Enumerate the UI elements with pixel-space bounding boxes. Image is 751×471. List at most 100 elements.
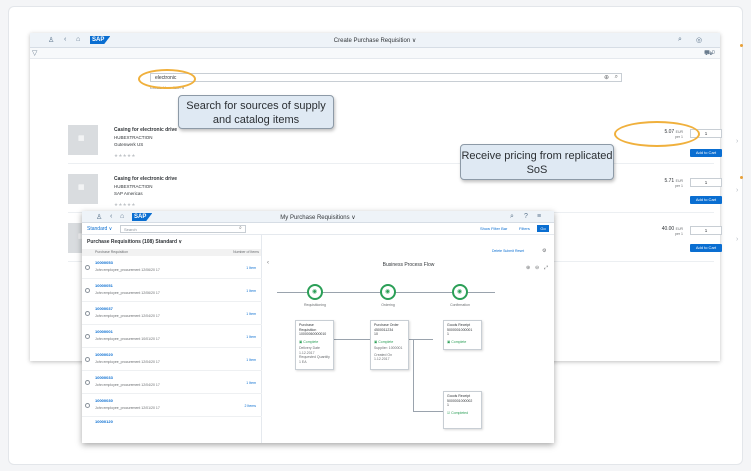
pr-items[interactable]: 1 Item bbox=[246, 335, 256, 339]
radio-button[interactable] bbox=[85, 288, 90, 293]
pr-number[interactable]: 10000033 bbox=[95, 375, 113, 380]
pr-number[interactable]: 10000001 bbox=[95, 329, 113, 334]
image-placeholder-icon: ▦ bbox=[78, 135, 85, 142]
pr-creator: John employee_procurement 12/04/20 17 bbox=[95, 383, 160, 387]
item-name[interactable]: Casing for electronic drive bbox=[114, 176, 177, 182]
catalog-search-input[interactable]: electronic ⊕ ⌕ bbox=[150, 73, 622, 82]
radio-button[interactable] bbox=[85, 265, 90, 270]
item-company: Gutenwerk US bbox=[114, 142, 144, 147]
pr-list: Purchase Requisitions (108) Standard ∨ P… bbox=[82, 235, 262, 443]
pr-items[interactable]: 1 Item bbox=[246, 381, 256, 385]
shell-title[interactable]: My Purchase Requisitions ∨ bbox=[82, 214, 554, 221]
table-row[interactable]: 10000030 John employee_procurement 12/01/… bbox=[82, 394, 262, 417]
search-icon[interactable]: ⌕ bbox=[615, 74, 618, 81]
catalog-item-card[interactable]: ▦ Casing for electronic drive HUBEXTRACT… bbox=[68, 170, 738, 213]
filters-link[interactable]: Filters bbox=[519, 226, 530, 231]
radio-button[interactable] bbox=[85, 357, 90, 362]
catalog-item-card[interactable]: ▦ Casing for electronic drive HUBEXTRACT… bbox=[68, 121, 738, 164]
flow-title: Business Process Flow bbox=[382, 262, 435, 268]
flow-connector bbox=[413, 411, 443, 412]
stage-label: Requisitioning bbox=[304, 303, 326, 307]
shell-title[interactable]: Create Purchase Requisition ∨ bbox=[30, 37, 720, 44]
pr-creator: John employee_procurement 10/01/20 17 bbox=[95, 337, 160, 341]
pr-number[interactable]: 10000120 bbox=[95, 419, 113, 424]
help-icon[interactable]: ? bbox=[524, 213, 528, 220]
show-filter-bar-link[interactable]: Show Filter Bar bbox=[480, 226, 507, 231]
price-unit: per 1 bbox=[675, 232, 683, 236]
flow-connector bbox=[413, 339, 414, 411]
item-name[interactable]: Casing for electronic drive bbox=[114, 127, 177, 133]
menu-icon[interactable]: ≡ bbox=[537, 213, 541, 220]
radio-button[interactable] bbox=[85, 334, 90, 339]
stage-label: Ordering bbox=[381, 303, 395, 307]
quantity-input[interactable]: 1 bbox=[690, 226, 722, 235]
item-company: SAP Americas bbox=[114, 191, 143, 196]
table-row[interactable]: 10000037 John employee_procurement 12/04/… bbox=[82, 302, 262, 325]
col-pr: Purchase Requisition bbox=[95, 250, 129, 254]
add-to-cart-button[interactable]: Add to Cart bbox=[690, 196, 722, 204]
add-to-cart-button[interactable]: Add to Cart bbox=[690, 244, 722, 252]
node-goods-receipt[interactable]: Goods Receipt 5000001000001 1 ▣ Complete bbox=[443, 320, 482, 350]
node-goods-receipt[interactable]: Goods Receipt 5000001000002 1 ☑ Complete… bbox=[443, 391, 482, 429]
zoom-out-icon[interactable]: ⊖ bbox=[535, 265, 539, 271]
table-row[interactable]: 10000033 John employee_procurement 12/04/… bbox=[82, 371, 262, 394]
search-input[interactable]: Search bbox=[120, 225, 246, 233]
pr-creator: John employee_procurement 12/01/20 17 bbox=[95, 406, 160, 410]
pr-number[interactable]: 10000037 bbox=[95, 306, 113, 311]
bullet-dot bbox=[740, 176, 743, 179]
go-button[interactable]: Go bbox=[537, 225, 549, 232]
zoom-in-icon[interactable]: ⊕ bbox=[526, 265, 530, 271]
table-row[interactable]: 10000053 John employee_procurement 12/06/… bbox=[82, 256, 262, 279]
fullscreen-icon[interactable]: ⤢ bbox=[544, 265, 548, 271]
radio-button[interactable] bbox=[85, 380, 90, 385]
cart-count: 0 bbox=[712, 50, 715, 56]
node-purchase-order[interactable]: Purchase Order 4500011234 10 ▣ Complete … bbox=[370, 320, 409, 370]
chevron-right-icon[interactable]: › bbox=[736, 138, 738, 145]
settings-icon[interactable]: ⚙ bbox=[542, 248, 546, 254]
filter-icon[interactable]: ▽ bbox=[32, 49, 37, 57]
search-icon[interactable]: ⌕ bbox=[510, 213, 514, 221]
filter-bar: Standard ∨ Search ⌕ Show Filter Bar Filt… bbox=[82, 223, 554, 235]
chevron-right-icon[interactable]: › bbox=[736, 187, 738, 194]
scan-icon[interactable]: ⊕ bbox=[604, 74, 609, 81]
bullet-dot bbox=[740, 44, 743, 47]
shell-bar: ♙ ‹ ⌂ SAP My Purchase Requisitions ∨ ⌕ ?… bbox=[82, 211, 554, 223]
table-row[interactable]: 10000001 John employee_procurement 10/01/… bbox=[82, 325, 262, 348]
pr-number[interactable]: 10000030 bbox=[95, 398, 113, 403]
table-row[interactable]: 10000120 bbox=[82, 417, 262, 427]
quantity-input[interactable]: 1 bbox=[690, 178, 722, 187]
list-title[interactable]: Purchase Requisitions (108) Standard ∨ bbox=[82, 235, 261, 249]
radio-button[interactable] bbox=[85, 311, 90, 316]
notifications-icon[interactable]: ◎ bbox=[696, 36, 702, 44]
pr-number[interactable]: 10000053 bbox=[95, 260, 113, 265]
radio-button[interactable] bbox=[85, 403, 90, 408]
highlight-ring bbox=[138, 69, 196, 89]
table-row[interactable]: 10000051 John employee_procurement 12/06/… bbox=[82, 279, 262, 302]
add-to-cart-button[interactable]: Add to Cart bbox=[690, 149, 722, 157]
node-purchase-requisition[interactable]: Purchase Requisition 10000060000010 ▣ Co… bbox=[295, 320, 334, 370]
rating-stars: ★★★★★ bbox=[114, 202, 136, 207]
stage-confirmation[interactable]: ◉ bbox=[452, 284, 468, 300]
pr-items[interactable]: 1 Item bbox=[246, 289, 256, 293]
callout-pricing: Receive pricing from replicated SoS bbox=[460, 144, 614, 180]
pr-creator: John employee_procurement 12/06/20 17 bbox=[95, 291, 160, 295]
pr-number[interactable]: 10000020 bbox=[95, 352, 113, 357]
search-icon[interactable]: ⌕ bbox=[239, 225, 242, 231]
chevron-right-icon[interactable]: › bbox=[736, 236, 738, 243]
product-image: ▦ bbox=[68, 174, 98, 204]
pr-number[interactable]: 10000051 bbox=[95, 283, 113, 288]
stage-requisitioning[interactable]: ◉ bbox=[307, 284, 323, 300]
pr-items[interactable]: 2 Items bbox=[245, 404, 256, 408]
my-pr-window: ♙ ‹ ⌂ SAP My Purchase Requisitions ∨ ⌕ ?… bbox=[82, 211, 554, 443]
pr-creator: John employee_procurement 12/06/20 17 bbox=[95, 268, 160, 272]
stage-label: Confirmation bbox=[450, 303, 470, 307]
search-icon[interactable]: ⌕ bbox=[678, 36, 682, 44]
table-row[interactable]: 10000020 John employee_procurement 12/04/… bbox=[82, 348, 262, 371]
pr-items[interactable]: 1 Item bbox=[246, 312, 256, 316]
pr-items[interactable]: 1 Item bbox=[246, 266, 256, 270]
list-actions[interactable]: Delete Submit Reset bbox=[492, 249, 524, 253]
stage-ordering[interactable]: ◉ bbox=[380, 284, 396, 300]
product-image: ▦ bbox=[68, 125, 98, 155]
pr-items[interactable]: 1 Item bbox=[246, 358, 256, 362]
variant-select[interactable]: Standard ∨ bbox=[87, 226, 112, 232]
